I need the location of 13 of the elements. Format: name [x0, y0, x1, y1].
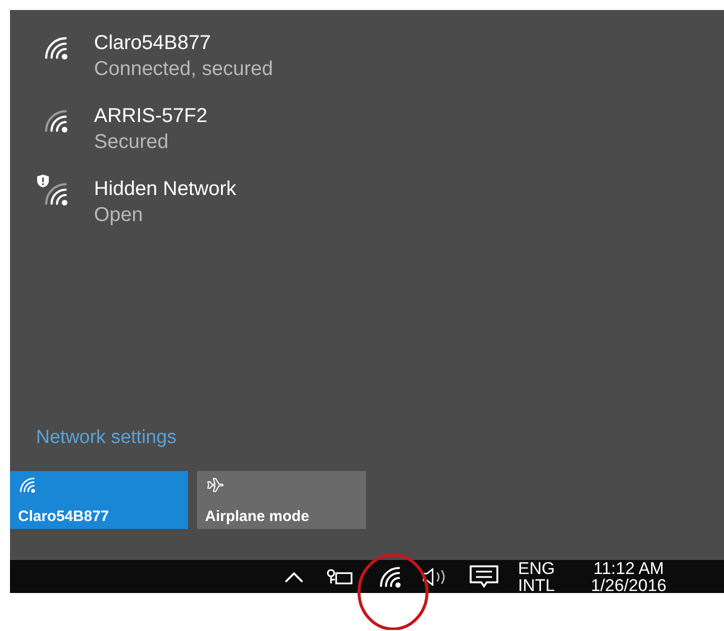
network-name: Claro54B877	[94, 32, 212, 55]
network-item[interactable]: Hidden Network Open	[10, 178, 724, 227]
network-name: ARRIS-57F2	[94, 105, 208, 128]
network-status: Secured	[94, 131, 170, 154]
network-status: Open	[94, 204, 144, 227]
airplane-mode-tile[interactable]: Airplane mode	[197, 471, 366, 529]
network-status: Connected, secured	[94, 58, 274, 81]
network-name: Hidden Network	[94, 178, 236, 201]
wifi-tile[interactable]: Claro54B877	[10, 471, 188, 529]
input-language-button[interactable]: ENG INTL	[518, 560, 555, 594]
network-item[interactable]: Claro54B877 Connected, secured	[10, 32, 724, 81]
clock[interactable]: 11:12 AM 1/26/2016	[590, 560, 666, 594]
network-item[interactable]: ARRIS-57F2 Secured	[10, 105, 724, 154]
